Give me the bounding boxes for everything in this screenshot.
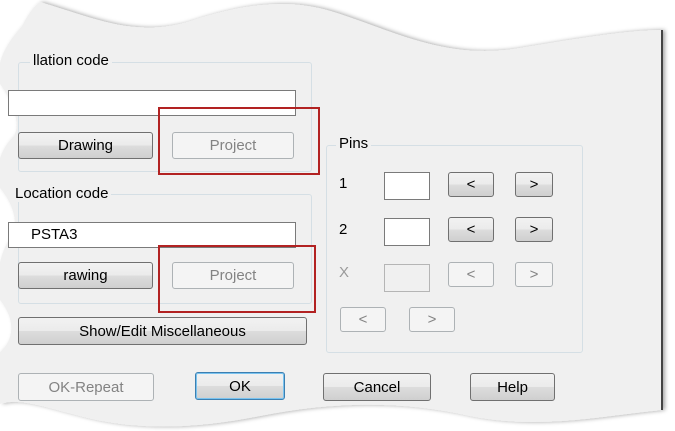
ok-repeat-button[interactable]: OK-Repeat	[18, 373, 154, 401]
pins-label: Pins	[336, 135, 372, 152]
pin-1-next-button[interactable]: >	[515, 172, 553, 197]
pin-x-number: X	[339, 264, 350, 281]
pin-1-field[interactable]	[384, 172, 430, 200]
pin-x-field[interactable]	[384, 264, 430, 292]
pins-nav-prev-button[interactable]: <	[340, 307, 386, 332]
show-edit-miscellaneous-button[interactable]: Show/Edit Miscellaneous	[18, 317, 307, 345]
pin-1-number: 1	[339, 175, 348, 192]
help-button[interactable]: Help	[470, 373, 555, 401]
pin-x-prev-button[interactable]: <	[448, 262, 494, 287]
pin-1-prev-button[interactable]: <	[448, 172, 494, 197]
highlight-box-installation-project	[158, 107, 320, 175]
pin-2-field[interactable]	[384, 218, 430, 246]
pin-x-next-button[interactable]: >	[515, 262, 553, 287]
pin-2-prev-button[interactable]: <	[448, 217, 494, 242]
location-drawing-button[interactable]: rawing	[18, 262, 153, 289]
cancel-button[interactable]: Cancel	[323, 373, 431, 401]
pin-2-number: 2	[339, 221, 348, 238]
pin-2-next-button[interactable]: >	[515, 217, 553, 242]
location-code-label: Location code	[12, 185, 112, 202]
ok-button[interactable]: OK	[195, 372, 285, 400]
installation-code-label: llation code	[30, 52, 112, 69]
pins-nav-next-button[interactable]: >	[409, 307, 455, 332]
installation-drawing-button[interactable]: Drawing	[18, 132, 153, 159]
highlight-box-location-project	[158, 245, 316, 313]
